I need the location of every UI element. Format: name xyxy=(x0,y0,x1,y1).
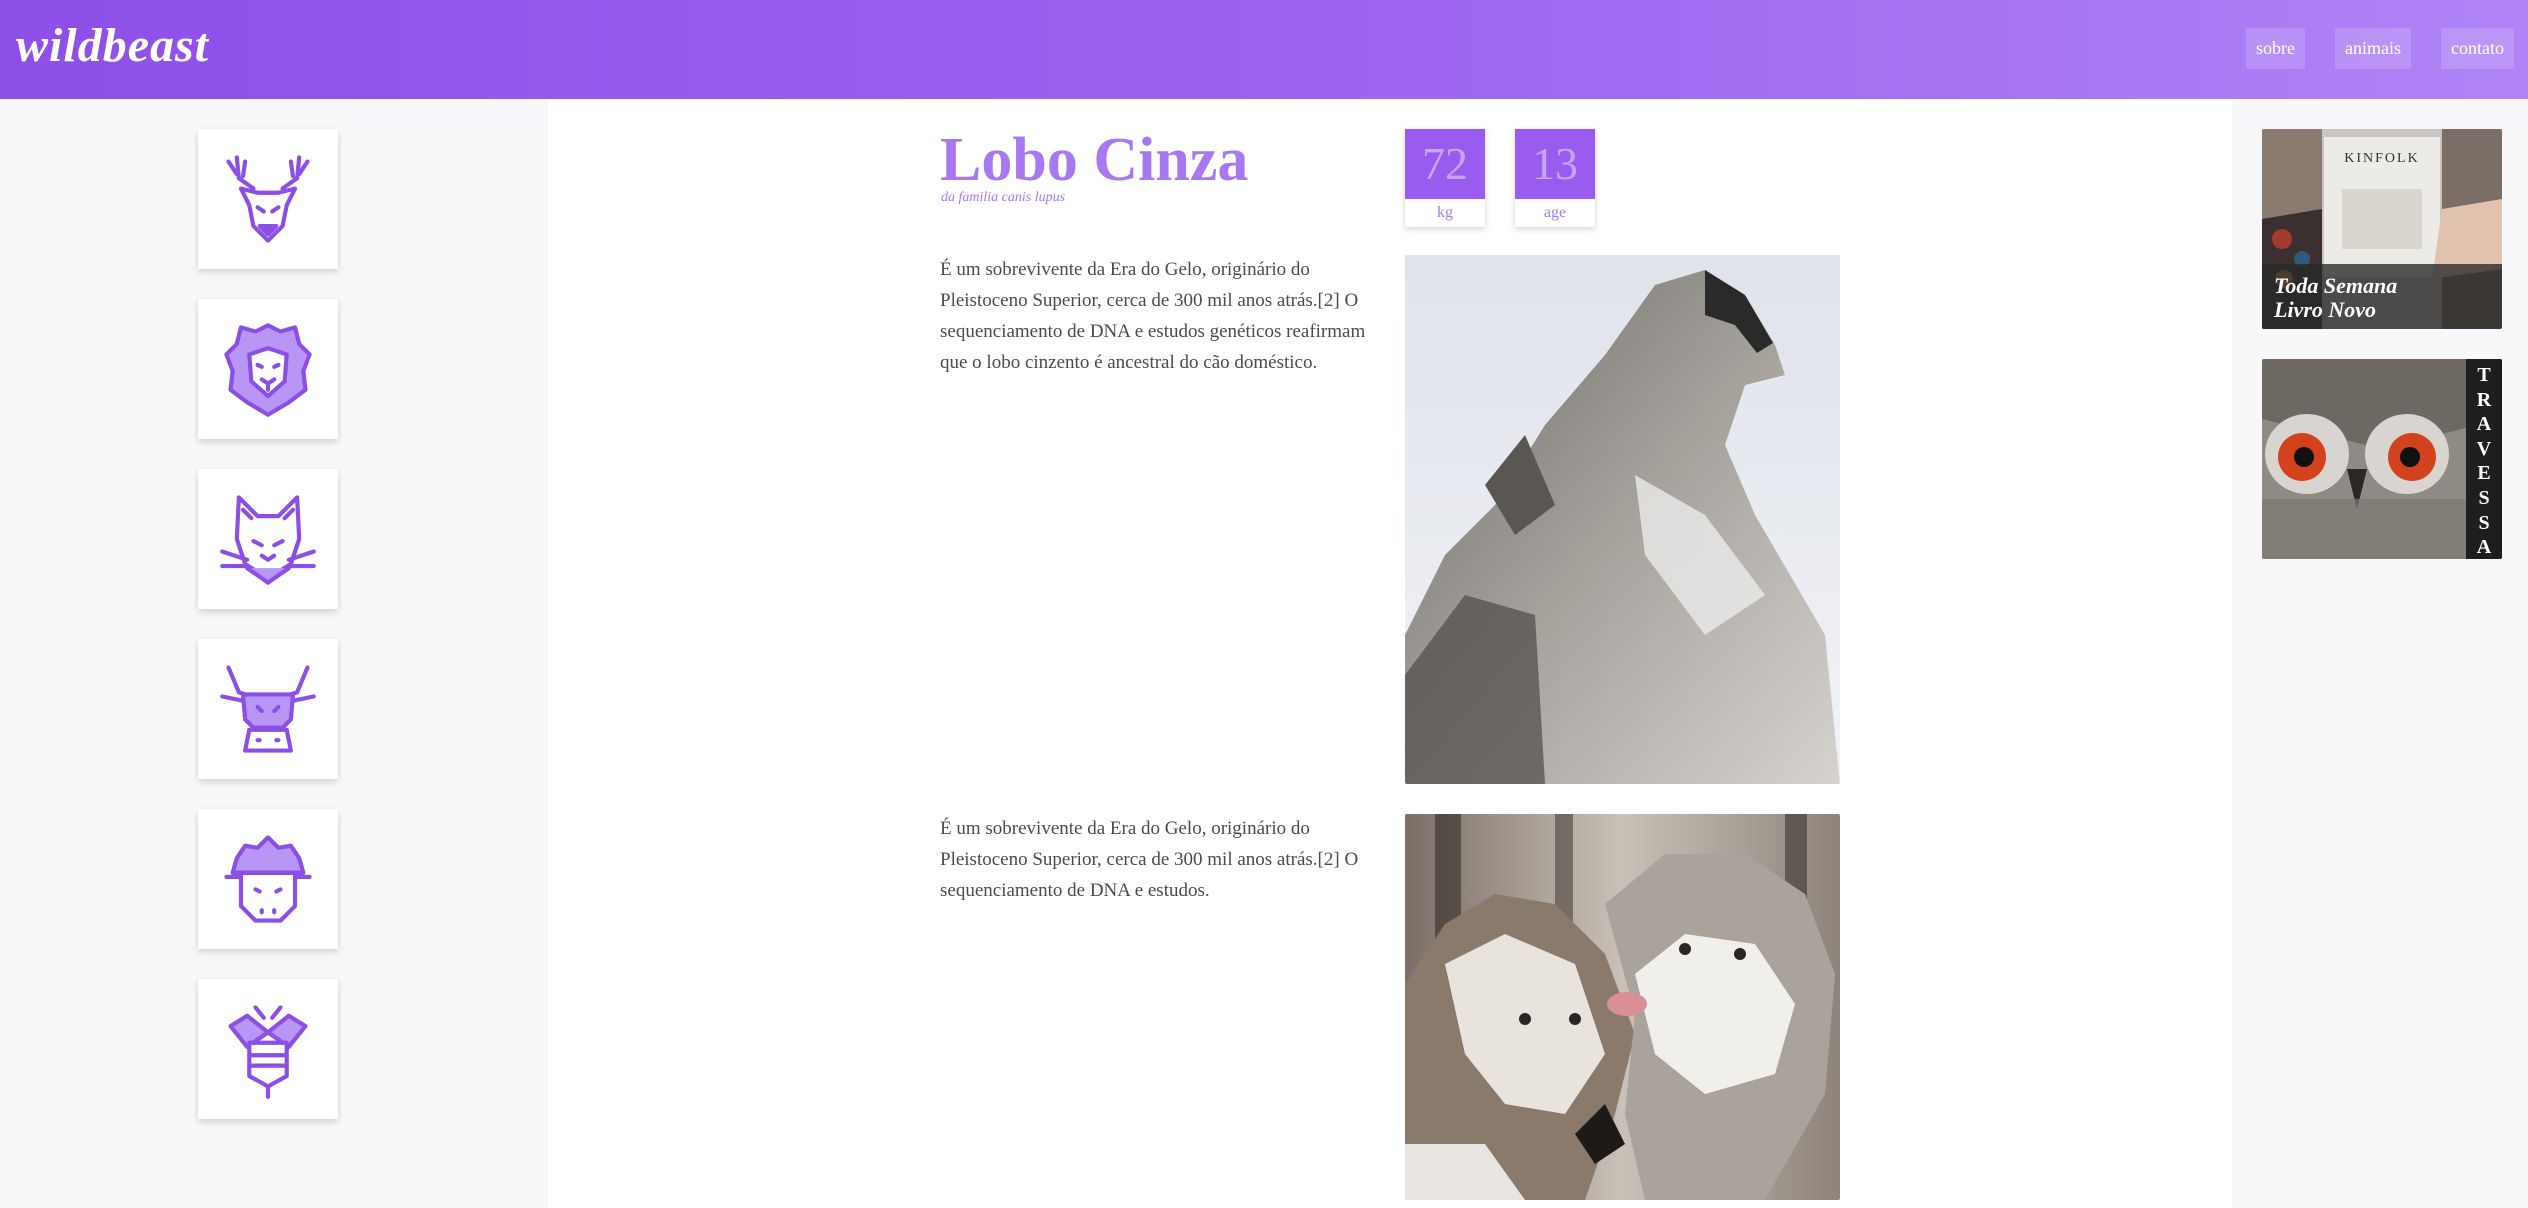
nav-link-animais[interactable]: animais xyxy=(2335,28,2412,69)
ad-vertical-letters: TRAVESSA xyxy=(2466,363,2502,559)
lion-icon xyxy=(224,323,312,417)
nav-link-contato[interactable]: contato xyxy=(2441,28,2514,69)
ad-vertical-letter: T xyxy=(2477,364,2491,386)
animal-card-cat[interactable] xyxy=(198,469,338,609)
bull-icon xyxy=(220,665,316,753)
animal-card-bull[interactable] xyxy=(198,639,338,779)
animal-card-sheep[interactable] xyxy=(198,809,338,949)
site-header: wildbeast sobre animais contato xyxy=(0,0,2528,99)
ad-caption-line-1: Toda Semana xyxy=(2274,273,2398,298)
ad-caption-line-2: Livro Novo xyxy=(2274,297,2377,322)
animal-sidebar xyxy=(0,99,548,1208)
ad-vertical-text: TRAVESSA xyxy=(2466,359,2502,559)
ad-vertical-letter: S xyxy=(2478,486,2490,509)
main-nav: sobre animais contato xyxy=(2246,28,2514,69)
ad-travessa[interactable]: TRAVESSA xyxy=(2262,359,2502,559)
ads-sidebar: KINFOLK Toda Semana Livro Novo TRAVESSA xyxy=(2232,99,2528,1208)
animal-detail: Lobo Cinza da familia canis lupus 72 kg … xyxy=(548,99,2232,1208)
ad-vertical-letter: V xyxy=(2476,437,2492,460)
animal-title: Lobo Cinza xyxy=(940,126,1249,194)
animal-card-lion[interactable] xyxy=(198,299,338,439)
ad-vertical-letter: A xyxy=(2476,413,2492,436)
description-paragraph-2: É um sobrevivente da Era do Gelo, origin… xyxy=(940,818,1359,901)
ad-vertical-letter: R xyxy=(2476,388,2492,411)
animal-card-deer[interactable] xyxy=(198,129,338,269)
animal-family: da familia canis lupus xyxy=(941,190,1066,205)
site-logo[interactable]: wildbeast xyxy=(16,18,209,73)
ad-caption: Toda Semana Livro Novo xyxy=(2262,264,2502,329)
stat-age: 13 age xyxy=(1515,129,1595,227)
stat-weight-value: 72 xyxy=(1405,129,1485,199)
stat-age-value: 13 xyxy=(1515,129,1595,199)
sheep-icon xyxy=(224,835,312,923)
ad-vertical-letter: S xyxy=(2478,511,2490,534)
ad-brand: KINFOLK xyxy=(2344,151,2420,166)
ad-vertical-letter: A xyxy=(2476,536,2492,559)
animal-card-bee[interactable] xyxy=(198,979,338,1119)
stat-age-label: age xyxy=(1543,204,1567,221)
nav-link-sobre[interactable]: sobre xyxy=(2246,28,2306,69)
bee-icon xyxy=(228,1005,308,1099)
ad-kinfolk[interactable]: KINFOLK Toda Semana Livro Novo xyxy=(2262,129,2502,329)
description-paragraph-1: É um sobrevivente da Era do Gelo, origin… xyxy=(940,259,1366,373)
wolves-pair-photo xyxy=(1405,814,1840,1200)
wolf-howling-photo xyxy=(1405,255,1840,784)
stat-weight-label: kg xyxy=(1437,204,1453,221)
ad-vertical-letter: E xyxy=(2477,462,2491,485)
cat-icon xyxy=(220,495,316,585)
stat-weight: 72 kg xyxy=(1405,129,1485,227)
deer-icon xyxy=(226,155,310,243)
